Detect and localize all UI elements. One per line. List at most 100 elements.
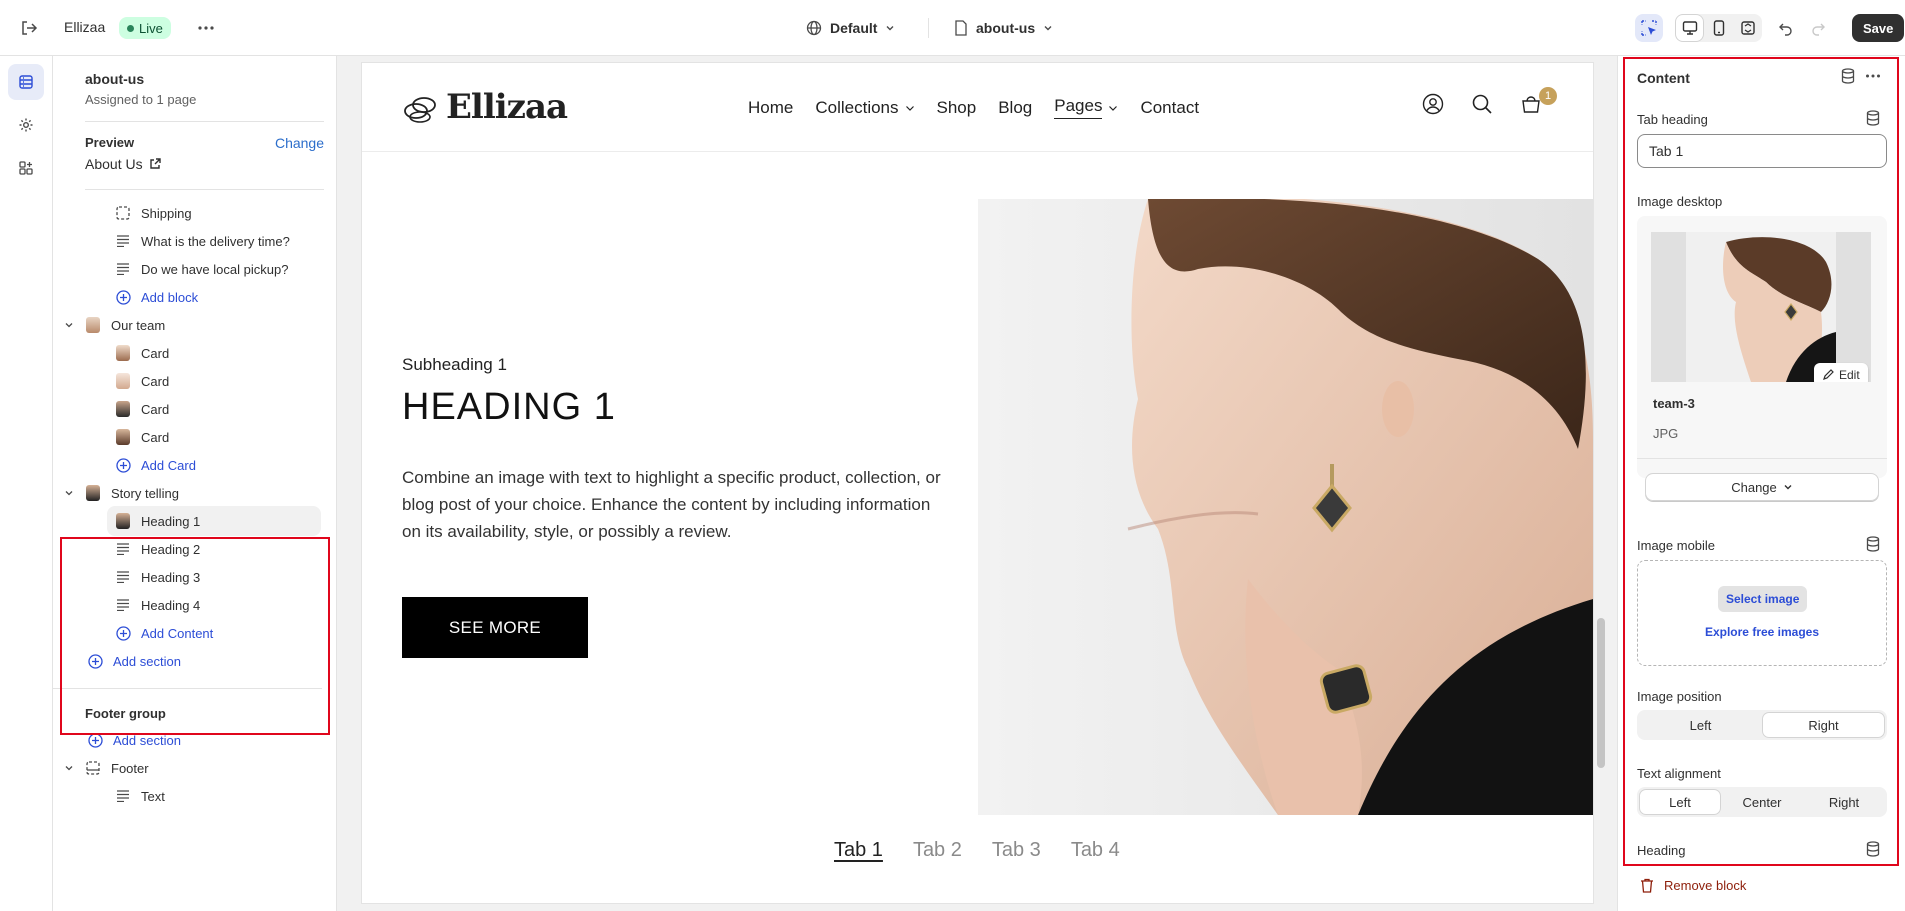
inspector-cursor-icon[interactable] (1635, 14, 1663, 42)
image-change-button[interactable]: Change (1645, 473, 1879, 501)
tree-item-heading-2[interactable]: Heading 2 (115, 534, 327, 564)
tree-item-pickup[interactable]: Do we have local pickup? (115, 254, 327, 284)
apps-icon[interactable] (8, 150, 44, 186)
text-alignment-toggle: Left Center Right (1637, 787, 1887, 817)
explore-free-images-link[interactable]: Explore free images (1638, 625, 1886, 639)
tree-item-heading-1[interactable]: Heading 1 (107, 506, 321, 536)
tree-item-card[interactable]: Card (115, 394, 327, 424)
image-desktop-thumbnail[interactable]: Edit (1651, 232, 1871, 382)
tree-item-card[interactable]: Card (115, 366, 327, 396)
dynamic-source-icon[interactable] (1866, 841, 1880, 857)
tree-item-heading-4[interactable]: Heading 4 (115, 590, 327, 620)
tree-item-heading-3[interactable]: Heading 3 (115, 562, 327, 592)
section-footer[interactable]: Footer (63, 753, 327, 783)
image-position-left[interactable]: Left (1639, 712, 1762, 738)
settings-gear-icon[interactable] (8, 107, 44, 143)
text-align-center[interactable]: Center (1721, 789, 1803, 815)
fullscreen-view-icon[interactable] (1733, 14, 1762, 42)
sections-icon[interactable] (8, 64, 44, 100)
theme-name: Default (830, 20, 878, 36)
section-story-telling[interactable]: Story telling (63, 478, 327, 508)
divider (928, 18, 929, 38)
search-icon[interactable] (1471, 93, 1493, 115)
site-nav: Home Collections Shop Blog Pages Contact (748, 96, 1199, 119)
tree-item-label: Heading 1 (141, 513, 201, 529)
image-position-right[interactable]: Right (1762, 712, 1885, 738)
select-image-button[interactable]: Select image (1718, 586, 1808, 612)
more-actions-icon[interactable] (195, 17, 217, 39)
tree-item-card[interactable]: Card (115, 422, 327, 452)
dynamic-source-icon[interactable] (1866, 536, 1880, 552)
viewport-toggle (1675, 14, 1762, 42)
undo-icon[interactable] (1772, 14, 1800, 42)
exit-icon[interactable] (17, 16, 41, 40)
image-mobile-dropzone[interactable]: Select image Explore free images (1637, 560, 1887, 666)
section-label: Story telling (111, 485, 179, 501)
nav-collections[interactable]: Collections (815, 96, 914, 119)
nav-pages[interactable]: Pages (1054, 96, 1118, 119)
text-lines-icon (115, 541, 131, 557)
add-card-button[interactable]: Add Card (115, 450, 327, 480)
change-label: Change (1731, 479, 1777, 495)
tab-heading-input[interactable]: Tab 1 (1637, 134, 1887, 168)
hero-image (978, 199, 1593, 815)
tab-1[interactable]: Tab 1 (834, 839, 883, 862)
preview-change-link[interactable]: Change (275, 135, 324, 151)
tree-item-text[interactable]: Text (115, 781, 327, 811)
left-scrollbar[interactable] (335, 196, 336, 911)
dynamic-source-icon[interactable] (1866, 110, 1880, 126)
edit-label: Edit (1839, 368, 1860, 382)
remove-block-button[interactable]: Remove block (1640, 878, 1746, 893)
tree-item-label: Heading 2 (141, 541, 201, 557)
preview-page-link[interactable]: About Us (85, 156, 161, 172)
image-mobile-label: Image mobile (1637, 538, 1716, 553)
scroll-thumb[interactable] (1597, 618, 1605, 768)
save-button[interactable]: Save (1852, 14, 1905, 42)
nav-home[interactable]: Home (748, 96, 793, 119)
database-icon[interactable] (1841, 68, 1855, 84)
page-name: about-us (976, 20, 1036, 36)
add-section-button[interactable]: Add section (87, 646, 327, 676)
page-selector[interactable]: about-us (954, 17, 1053, 39)
tab-3[interactable]: Tab 3 (992, 839, 1041, 862)
divider (1637, 458, 1887, 459)
redo-icon[interactable] (1804, 14, 1832, 42)
dashed-block-icon (115, 205, 131, 221)
more-actions-icon[interactable] (1865, 68, 1881, 84)
canvas-scrollbar[interactable] (1595, 63, 1607, 903)
tree-item-shipping[interactable]: Shipping (115, 198, 327, 228)
image-edit-button[interactable]: Edit (1814, 363, 1868, 382)
text-align-right[interactable]: Right (1803, 789, 1885, 815)
site-logo[interactable]: Ellizaa (402, 87, 568, 127)
tree-item-label: Card (141, 373, 170, 389)
mobile-view-icon[interactable] (1704, 14, 1733, 42)
add-content-button[interactable]: Add Content (115, 618, 327, 648)
tree-item-delivery[interactable]: What is the delivery time? (115, 226, 327, 256)
text-align-left[interactable]: Left (1639, 789, 1721, 815)
add-block-button[interactable]: Add block (115, 282, 327, 312)
nav-blog[interactable]: Blog (998, 96, 1032, 119)
theme-selector[interactable]: Default (806, 17, 895, 39)
see-more-button[interactable]: SEE MORE (402, 597, 588, 658)
tab-4[interactable]: Tab 4 (1071, 839, 1120, 862)
desktop-view-icon[interactable] (1675, 14, 1704, 42)
nav-label: Collections (815, 97, 899, 117)
text-lines-icon (115, 788, 131, 804)
template-title: about-us (85, 71, 145, 87)
nav-contact[interactable]: Contact (1140, 96, 1199, 119)
tree-item-card[interactable]: Card (115, 338, 327, 368)
section-label: Footer (111, 760, 149, 776)
footer-layout-icon (85, 760, 101, 776)
tab-2[interactable]: Tab 2 (913, 839, 962, 862)
section-our-team[interactable]: Our team (63, 310, 327, 340)
footer-group-label: Footer group (85, 706, 166, 721)
image-filetype: JPG (1653, 426, 1679, 441)
trash-icon (1641, 878, 1653, 893)
footer-add-section-button[interactable]: Add section (87, 725, 327, 755)
plus-circle-icon (87, 653, 103, 669)
account-icon[interactable] (1422, 93, 1444, 115)
add-section-label: Add section (113, 732, 181, 748)
nav-shop[interactable]: Shop (937, 96, 977, 119)
text-lines-icon (115, 261, 131, 277)
tree-item-label: Text (141, 788, 165, 804)
